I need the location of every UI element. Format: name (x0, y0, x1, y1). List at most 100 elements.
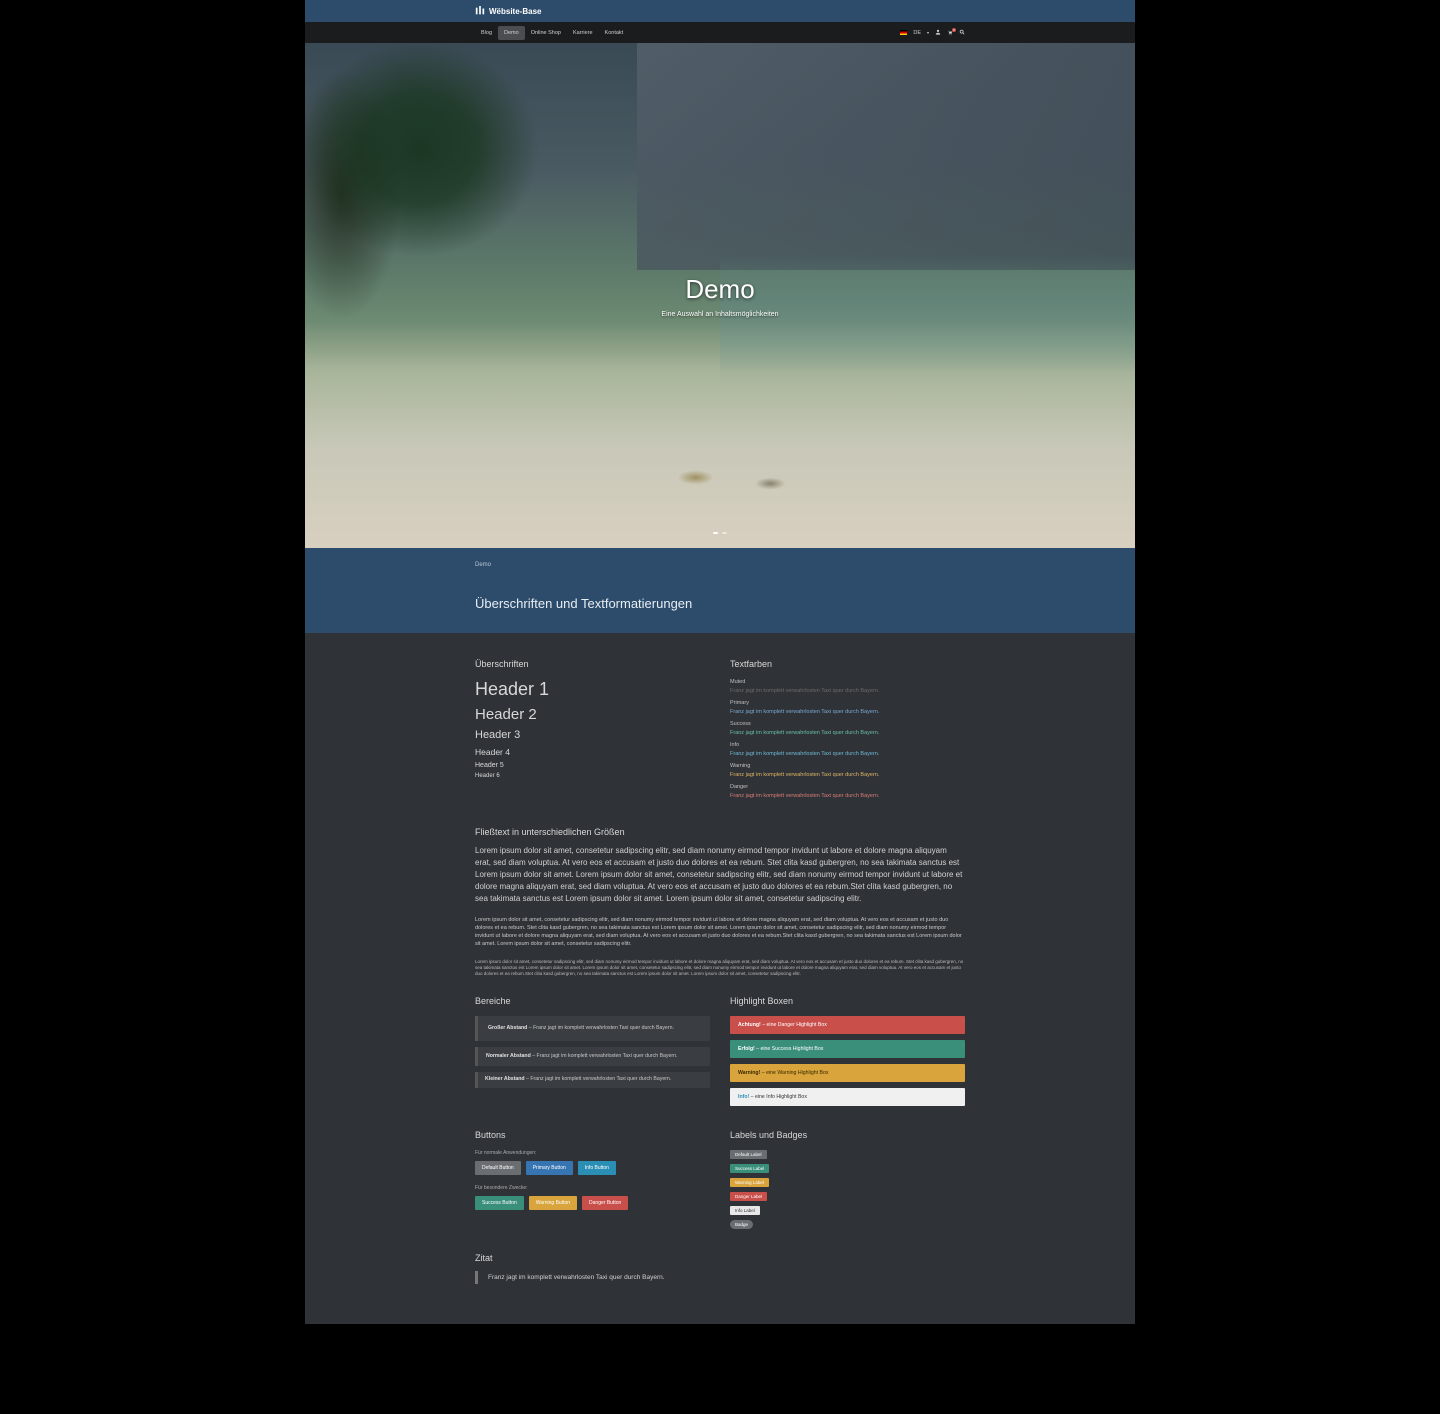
panel-text-0: – Franz jagt im komplett verwahrlosten T… (527, 1025, 674, 1031)
hero-sky-decoration (637, 43, 1135, 270)
panel-strong-2: Kleiner Abstand (485, 1076, 525, 1082)
carousel-dots[interactable] (713, 532, 727, 534)
bereiche-title: Bereiche (475, 996, 710, 1006)
headings-column: Überschriften Header 1 Header 2 Header 3… (475, 659, 710, 799)
alert-text-2: – eine Warning Highlight Box (760, 1070, 828, 1076)
nav-left: BlogDemoOnline ShopKarriereKontakt (475, 26, 629, 40)
cart-badge: 0 (952, 28, 956, 32)
logo-icon (475, 6, 485, 16)
alert-text-3: – eine Info Highlight Box (749, 1094, 807, 1100)
color-sample-warning: Franz jagt im komplett verwahrlosten Tax… (730, 772, 965, 778)
carousel-dot-2[interactable] (722, 532, 727, 534)
label-def: Default Label (730, 1150, 767, 1159)
color-sample-info: Franz jagt im komplett verwahrlosten Tax… (730, 751, 965, 757)
button-inf[interactable]: Info Button (578, 1161, 616, 1175)
color-sample-muted: Franz jagt im komplett verwahrlosten Tax… (730, 688, 965, 694)
breadcrumb-strip: Demo Überschriften und Textformatierunge… (305, 548, 1135, 633)
blockquote: Franz jagt im komplett verwahrlosten Tax… (475, 1271, 965, 1284)
flowtext-title: Fließtext in unterschiedlichen Größen (475, 827, 965, 837)
alert-al-success: Erfolg! – eine Success Highlight Box (730, 1040, 965, 1058)
breadcrumb[interactable]: Demo (475, 562, 965, 568)
flowtext-large: Lorem ipsum dolor sit amet, consetetur s… (475, 845, 965, 905)
color-label-warning: Warning (730, 763, 965, 769)
hero-foreground-decoration (596, 447, 845, 508)
hero-title: Demo (685, 274, 754, 305)
alert-strong-2: Warning! (738, 1070, 760, 1076)
textcolors-column: Textfarben Muted Franz jagt im komplett v… (730, 659, 965, 799)
brand-logo[interactable]: Wëbsite-Base (475, 6, 541, 16)
nav-item-kontakt[interactable]: Kontakt (599, 26, 630, 40)
nav-item-blog[interactable]: Blog (475, 26, 498, 40)
nav-item-karriere[interactable]: Karriere (567, 26, 599, 40)
alert-strong-1: Erfolg! (738, 1046, 755, 1052)
nav-item-online-shop[interactable]: Online Shop (525, 26, 567, 40)
button-suc[interactable]: Success Button (475, 1196, 524, 1210)
zitat-title: Zitat (475, 1253, 965, 1263)
navbar: BlogDemoOnline ShopKarriereKontakt DE ▾ … (305, 22, 1135, 43)
highlight-column: Highlight Boxen Achtung! – eine Danger H… (730, 996, 965, 1112)
panel-text-1: – Franz jagt im komplett verwahrlosten T… (531, 1053, 678, 1059)
button-dan[interactable]: Danger Button (582, 1196, 628, 1210)
bereiche-column: Bereiche Großer Abstand – Franz jagt im … (475, 996, 710, 1112)
alert-text-0: – eine Danger Highlight Box (761, 1022, 827, 1028)
label-inf: Info Label (730, 1206, 760, 1215)
label-dan: Danger Label (730, 1192, 767, 1201)
header-3: Header 3 (475, 729, 710, 741)
brand-bar: Wëbsite-Base (305, 0, 1135, 22)
cart-icon[interactable]: 0 (947, 30, 953, 36)
header-2: Header 2 (475, 706, 710, 723)
color-label-primary: Primary (730, 700, 965, 706)
alert-al-info: Info! – eine Info Highlight Box (730, 1088, 965, 1106)
panel-text-2: – Franz jagt im komplett verwahrlosten T… (525, 1076, 672, 1082)
brand-name: Wëbsite-Base (489, 7, 541, 16)
panel-1: Normaler Abstand – Franz jagt im komplet… (475, 1047, 710, 1066)
header-4: Header 4 (475, 747, 710, 757)
alert-strong-0: Achtung! (738, 1022, 761, 1028)
color-label-info: Info (730, 742, 965, 748)
flowtext-small: Lorem ipsum dolor sit amet, consetetur s… (475, 959, 965, 978)
alert-al-danger: Achtung! – eine Danger Highlight Box (730, 1016, 965, 1034)
labels-title: Labels und Badges (730, 1130, 965, 1140)
color-label-danger: Danger (730, 784, 965, 790)
panel-strong-1: Normaler Abstand (486, 1053, 531, 1059)
button-war[interactable]: Warning Button (529, 1196, 577, 1210)
nav-item-demo[interactable]: Demo (498, 26, 525, 40)
buttons-title: Buttons (475, 1130, 710, 1140)
alert-strong-3: Info! (738, 1094, 749, 1100)
user-icon[interactable] (935, 29, 941, 37)
buttons-special-label: Für besondere Zwecke: (475, 1185, 710, 1191)
hero-banner: Demo Eine Auswahl an Inhaltsmöglichkeite… (305, 43, 1135, 548)
flowtext-medium: Lorem ipsum dolor sit amet, consetetur s… (475, 917, 965, 949)
textcolors-title: Textfarben (730, 659, 965, 669)
color-sample-success: Franz jagt im komplett verwahrlosten Tax… (730, 730, 965, 736)
headings-title: Überschriften (475, 659, 710, 669)
color-label-success: Success (730, 721, 965, 727)
alert-al-warning: Warning! – eine Warning Highlight Box (730, 1064, 965, 1082)
lang-label[interactable]: DE (913, 30, 921, 36)
label-bad: Badge (730, 1220, 753, 1229)
panel-strong-0: Großer Abstand (488, 1025, 527, 1031)
label-suc: Success Label (730, 1164, 769, 1173)
highlight-title: Highlight Boxen (730, 996, 965, 1006)
nav-right: DE ▾ 0 (900, 29, 965, 37)
button-pri[interactable]: Primary Button (526, 1161, 573, 1175)
color-sample-danger: Franz jagt im komplett verwahrlosten Tax… (730, 793, 965, 799)
buttons-column: Buttons Für normale Anwendungen: Default… (475, 1130, 710, 1229)
carousel-dot-1[interactable] (713, 532, 718, 534)
flag-de-icon (900, 30, 907, 35)
hero-subtitle: Eine Auswahl an Inhaltsmöglichkeiten (661, 311, 778, 318)
button-def[interactable]: Default Button (475, 1161, 521, 1175)
label-war: Warning Label (730, 1178, 769, 1187)
header-6: Header 6 (475, 773, 710, 779)
panel-2: Kleiner Abstand – Franz jagt im komplett… (475, 1072, 710, 1087)
alert-text-1: – eine Success Highlight Box (755, 1046, 824, 1052)
color-sample-primary: Franz jagt im komplett verwahrlosten Tax… (730, 709, 965, 715)
header-1: Header 1 (475, 679, 710, 700)
section-title: Überschriften und Textformatierungen (475, 596, 965, 611)
search-icon[interactable] (959, 29, 965, 37)
labels-column: Labels und Badges Default Label Success L… (730, 1130, 965, 1229)
color-label-muted: Muted (730, 679, 965, 685)
header-5: Header 5 (475, 762, 710, 769)
panel-0: Großer Abstand – Franz jagt im komplett … (475, 1016, 710, 1041)
chevron-down-icon: ▾ (927, 30, 929, 35)
